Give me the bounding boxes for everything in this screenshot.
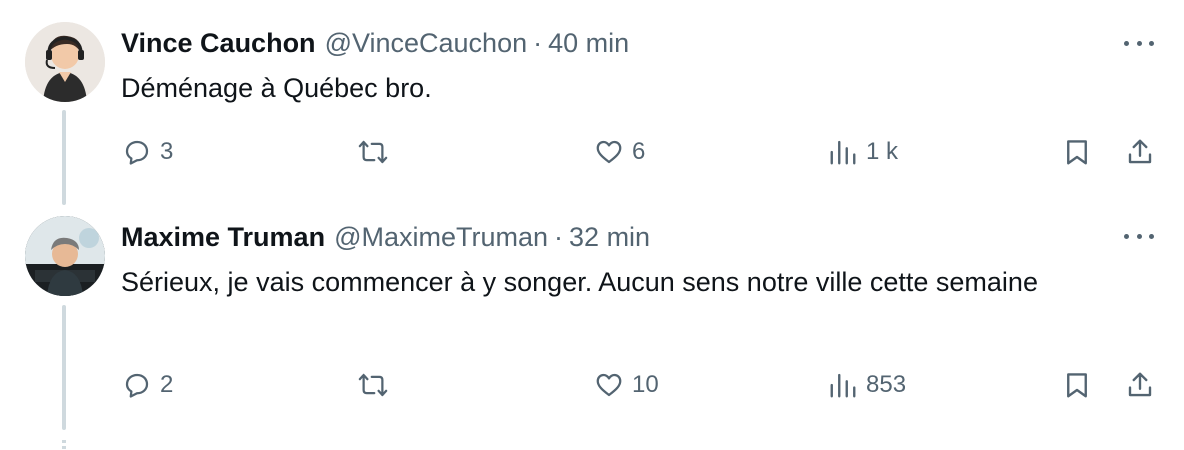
user-name[interactable]: Maxime Truman <box>121 222 325 253</box>
thread-continuation <box>62 440 66 450</box>
user-handle[interactable]: @MaximeTruman <box>334 222 548 253</box>
tweet-maxime-truman[interactable]: Maxime Truman @MaximeTruman · 32 min Sér… <box>0 200 1184 440</box>
bookmark-button[interactable] <box>1062 132 1092 172</box>
share-button[interactable] <box>1125 365 1155 405</box>
more-icon[interactable] <box>1124 226 1154 246</box>
action-bar: 2 10 853 <box>0 365 1184 405</box>
tweet-text: Sérieux, je vais commencer à y songer. A… <box>121 267 1038 297</box>
tweet-text: Déménage à Québec bro. <box>121 73 432 103</box>
views-count: 1 k <box>866 138 899 165</box>
bookmark-button[interactable] <box>1062 365 1092 405</box>
share-icon <box>1128 372 1152 397</box>
views-count: 853 <box>866 371 907 398</box>
retweet-icon <box>358 140 388 164</box>
retweet-button[interactable] <box>358 365 396 405</box>
reply-icon <box>125 373 149 398</box>
reply-button[interactable]: 2 <box>122 365 173 405</box>
like-button[interactable]: 10 <box>594 365 659 405</box>
like-count: 10 <box>632 371 659 398</box>
separator: · <box>554 221 564 252</box>
avatar[interactable] <box>25 216 105 296</box>
retweet-icon <box>358 373 388 397</box>
views-icon <box>830 373 856 398</box>
reply-count: 2 <box>160 371 174 398</box>
views-button[interactable]: 853 <box>828 365 906 405</box>
reply-count: 3 <box>160 138 174 165</box>
action-bar: 3 6 1 k <box>0 132 1184 172</box>
views-button[interactable]: 1 k <box>828 132 898 172</box>
heart-icon <box>596 140 622 164</box>
like-count: 6 <box>632 138 646 165</box>
tweet-header: Maxime Truman @MaximeTruman · 32 min <box>121 220 650 254</box>
user-handle[interactable]: @VinceCauchon <box>325 28 528 59</box>
more-icon[interactable] <box>1124 33 1154 53</box>
views-icon <box>830 140 856 165</box>
separator: · <box>533 27 543 58</box>
share-icon <box>1128 139 1152 164</box>
user-name[interactable]: Vince Cauchon <box>121 28 316 59</box>
share-button[interactable] <box>1125 132 1155 172</box>
like-button[interactable]: 6 <box>594 132 645 172</box>
tweet-vince-cauchon[interactable]: Vince Cauchon @VinceCauchon · 40 min Dém… <box>0 0 1184 205</box>
bookmark-icon <box>1067 140 1087 165</box>
reply-icon <box>125 140 149 165</box>
retweet-button[interactable] <box>358 132 396 172</box>
bookmark-icon <box>1067 373 1087 398</box>
avatar[interactable] <box>25 22 105 102</box>
heart-icon <box>596 373 622 397</box>
reply-button[interactable]: 3 <box>122 132 173 172</box>
timestamp[interactable]: 40 min <box>548 28 629 59</box>
timestamp[interactable]: 32 min <box>569 222 650 253</box>
tweet-header: Vince Cauchon @VinceCauchon · 40 min <box>121 26 629 60</box>
